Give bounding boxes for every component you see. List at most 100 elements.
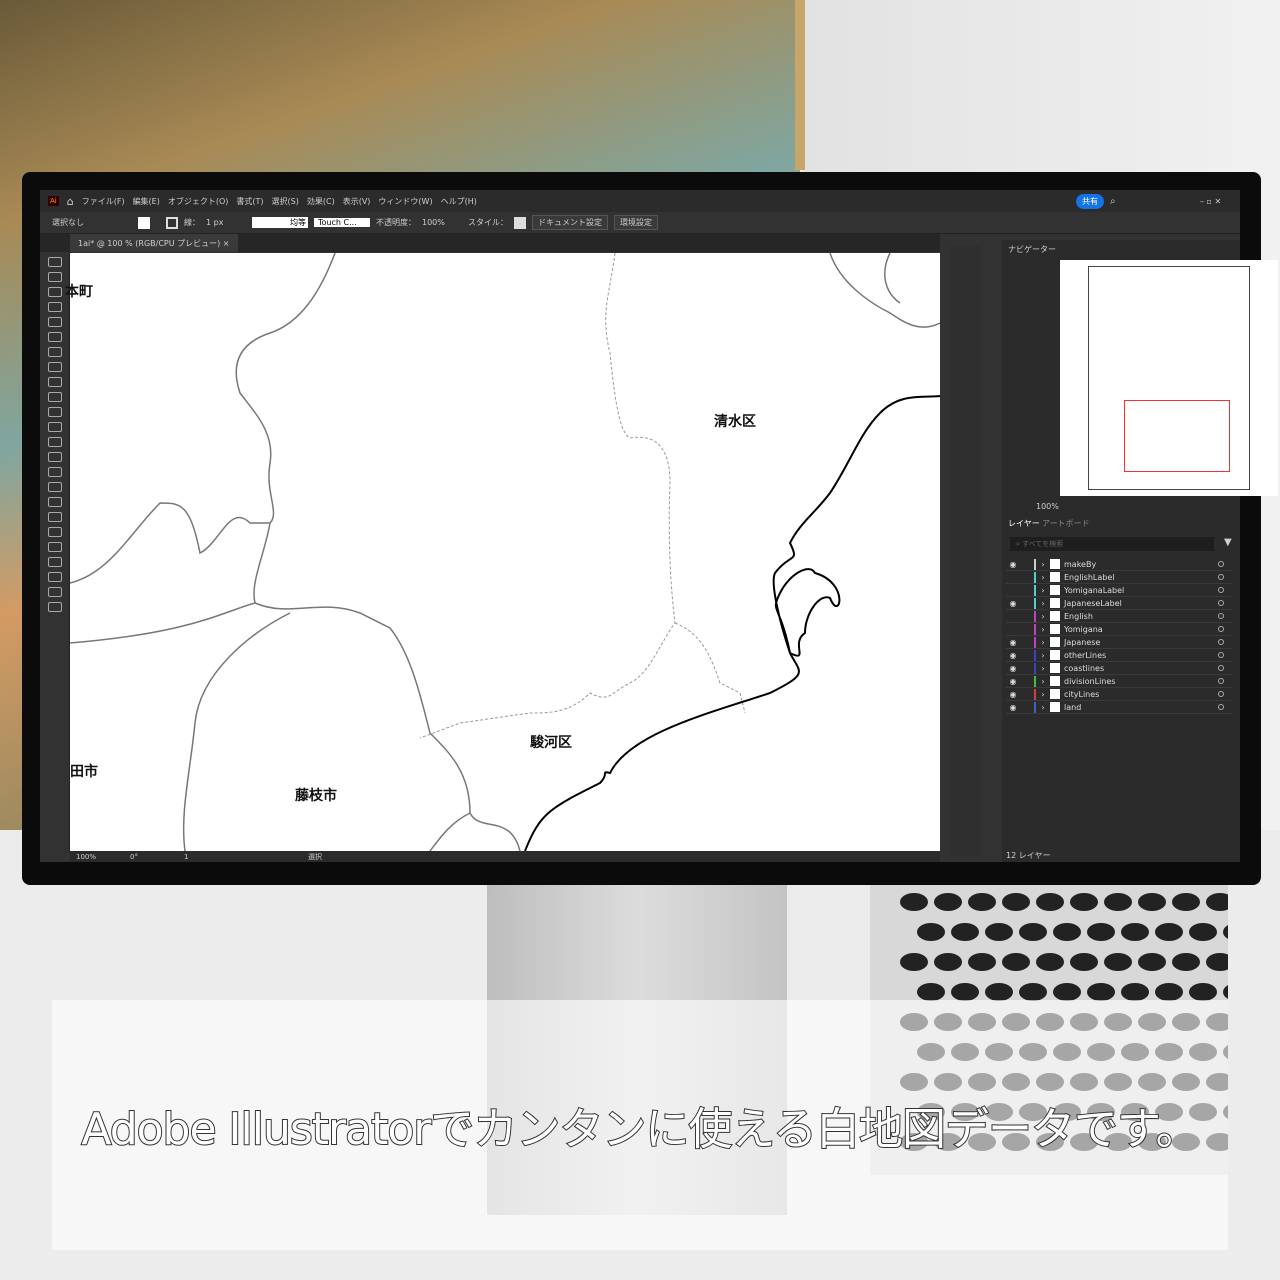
expand-chevron-icon[interactable]: › — [1036, 703, 1050, 712]
zoom-select[interactable]: 100% — [76, 853, 116, 861]
target-circle-icon[interactable] — [1218, 600, 1224, 606]
visibility-eye-icon[interactable]: ◉ — [1006, 599, 1020, 608]
layer-row[interactable]: ◉ › Japanese — [1006, 636, 1232, 649]
navigator-view-box[interactable] — [1124, 400, 1230, 472]
target-circle-icon[interactable] — [1218, 665, 1224, 671]
target-circle-icon[interactable] — [1218, 561, 1224, 567]
visibility-eye-icon[interactable]: ◉ — [1006, 677, 1020, 686]
visibility-eye-icon[interactable]: ◉ — [1006, 690, 1020, 699]
visibility-eye-icon[interactable]: ◉ — [1006, 703, 1020, 712]
target-circle-icon[interactable] — [1218, 574, 1224, 580]
filter-icon[interactable]: ▼ — [1224, 537, 1232, 548]
tool-icon[interactable] — [48, 467, 62, 477]
tool-icon[interactable] — [48, 602, 62, 612]
layer-row[interactable]: › YomiganaLabel — [1006, 584, 1232, 597]
rotation-select[interactable]: 0° — [130, 853, 170, 861]
layer-row[interactable]: › EnglishLabel — [1006, 571, 1232, 584]
tab-layers[interactable]: レイヤー — [1008, 518, 1040, 529]
expand-chevron-icon[interactable]: › — [1036, 651, 1050, 660]
expand-chevron-icon[interactable]: › — [1036, 664, 1050, 673]
tool-icon[interactable] — [48, 482, 62, 492]
opacity-input[interactable]: 100% — [422, 218, 462, 227]
target-circle-icon[interactable] — [1218, 704, 1224, 710]
expand-chevron-icon[interactable]: › — [1036, 573, 1050, 582]
expand-chevron-icon[interactable]: › — [1036, 625, 1050, 634]
tool-icon[interactable] — [48, 332, 62, 342]
menu-item[interactable]: ヘルプ(H) — [441, 196, 477, 207]
layer-row[interactable]: ◉ › land — [1006, 701, 1232, 714]
share-button[interactable]: 共有 — [1076, 193, 1104, 209]
menu-item[interactable]: 編集(E) — [133, 196, 160, 207]
tool-icon[interactable] — [48, 287, 62, 297]
menu-item[interactable]: オブジェクト(O) — [168, 196, 229, 207]
layer-row[interactable]: ◉ › JapaneseLabel — [1006, 597, 1232, 610]
tool-icon[interactable] — [48, 422, 62, 432]
close-tab-icon[interactable]: × — [223, 239, 230, 248]
visibility-eye-icon[interactable]: ◉ — [1006, 651, 1020, 660]
layer-row[interactable]: ◉ › otherLines — [1006, 649, 1232, 662]
expand-chevron-icon[interactable]: › — [1036, 690, 1050, 699]
tool-icon[interactable] — [48, 302, 62, 312]
tool-icon[interactable] — [48, 437, 62, 447]
layer-row[interactable]: ◉ › divisionLines — [1006, 675, 1232, 688]
visibility-eye-icon[interactable]: ◉ — [1006, 638, 1020, 647]
menu-item[interactable]: 選択(S) — [272, 196, 299, 207]
document-settings-button[interactable]: ドキュメント設定 — [532, 215, 608, 230]
visibility-eye-icon[interactable]: ◉ — [1006, 664, 1020, 673]
navigator-preview[interactable] — [1060, 260, 1278, 496]
layer-row[interactable]: › English — [1006, 610, 1232, 623]
target-circle-icon[interactable] — [1218, 691, 1224, 697]
document-tab[interactable]: 1ai* @ 100 % (RGB/CPU プレビュー) × — [70, 234, 238, 252]
tool-icon[interactable] — [48, 317, 62, 327]
tool-icon[interactable] — [48, 257, 62, 267]
target-circle-icon[interactable] — [1218, 639, 1224, 645]
window-controls[interactable]: – ▫ ✕ — [1200, 197, 1221, 206]
artboard-select[interactable]: 1 — [184, 853, 294, 861]
fill-swatch[interactable] — [138, 216, 150, 229]
tab-artboards[interactable]: アートボード — [1042, 518, 1090, 529]
tool-icon[interactable] — [48, 542, 62, 552]
artboard-canvas[interactable]: 清水区 駿河区 藤枝市 田市 本町 — [65, 253, 940, 851]
stroke-swatch[interactable] — [166, 216, 178, 229]
tool-icon[interactable] — [48, 272, 62, 282]
tool-icon[interactable] — [48, 557, 62, 567]
stroke-weight-input[interactable]: 1 px — [206, 218, 246, 227]
menu-item[interactable]: ウィンドウ(W) — [378, 196, 432, 207]
expand-chevron-icon[interactable]: › — [1036, 638, 1050, 647]
layer-row[interactable]: ◉ › coastlines — [1006, 662, 1232, 675]
expand-chevron-icon[interactable]: › — [1036, 599, 1050, 608]
tool-icon[interactable] — [48, 452, 62, 462]
expand-chevron-icon[interactable]: › — [1036, 586, 1050, 595]
target-circle-icon[interactable] — [1218, 678, 1224, 684]
navigator-zoom-input[interactable]: 100% — [1036, 502, 1059, 511]
menu-item[interactable]: 効果(C) — [307, 196, 335, 207]
target-circle-icon[interactable] — [1218, 652, 1224, 658]
expand-chevron-icon[interactable]: › — [1036, 612, 1050, 621]
home-icon[interactable]: ⌂ — [67, 195, 74, 208]
tool-icon[interactable] — [48, 587, 62, 597]
brush-select[interactable]: Touch C... — [314, 218, 370, 227]
tool-icon[interactable] — [48, 527, 62, 537]
search-icon[interactable]: ⌕ — [1110, 196, 1116, 207]
expand-chevron-icon[interactable]: › — [1036, 677, 1050, 686]
tool-icon[interactable] — [48, 377, 62, 387]
style-swatch[interactable] — [514, 216, 526, 229]
tool-icon[interactable] — [48, 572, 62, 582]
target-circle-icon[interactable] — [1218, 613, 1224, 619]
menu-item[interactable]: 書式(T) — [236, 196, 263, 207]
layer-row[interactable]: ◉ › cityLines — [1006, 688, 1232, 701]
expand-chevron-icon[interactable]: › — [1036, 560, 1050, 569]
target-circle-icon[interactable] — [1218, 626, 1224, 632]
tool-icon[interactable] — [48, 512, 62, 522]
tool-icon[interactable] — [48, 497, 62, 507]
tool-icon[interactable] — [48, 362, 62, 372]
preferences-button[interactable]: 環境設定 — [614, 215, 658, 230]
target-circle-icon[interactable] — [1218, 587, 1224, 593]
menu-item[interactable]: 表示(V) — [343, 196, 371, 207]
tab-navigator[interactable]: ナビゲーター — [1008, 244, 1056, 255]
stroke-profile-select[interactable]: 均等 — [252, 217, 308, 228]
layer-row[interactable]: ◉ › makeBy — [1006, 558, 1232, 571]
layer-row[interactable]: › Yomigana — [1006, 623, 1232, 636]
visibility-eye-icon[interactable]: ◉ — [1006, 560, 1020, 569]
menu-item[interactable]: ファイル(F) — [82, 196, 125, 207]
